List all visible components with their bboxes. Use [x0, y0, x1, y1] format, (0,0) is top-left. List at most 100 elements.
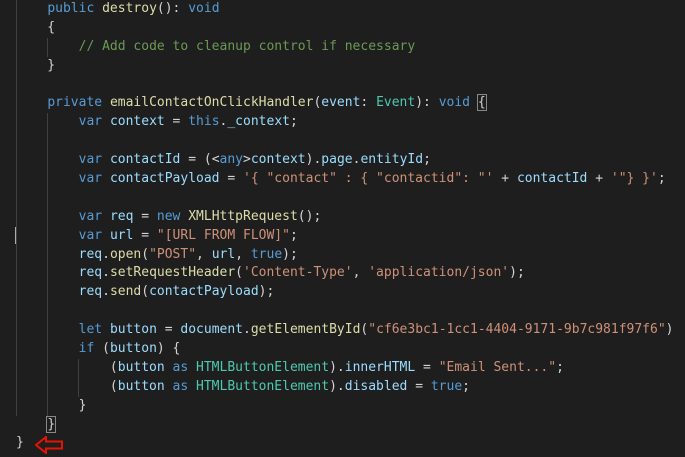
code-token: context — [250, 152, 306, 168]
code-line[interactable]: } — [16, 415, 685, 435]
code-line[interactable] — [16, 188, 685, 208]
code-line[interactable]: var contactId = (<any>context).page.enti… — [16, 151, 685, 171]
code-line[interactable]: req.open("POST", url, true); — [16, 245, 685, 265]
code-token: "Email Sent..." — [438, 359, 557, 375]
code-token: '{ "contact" : { "contactid": "' — [243, 171, 494, 187]
code-line[interactable]: let button = document.getElementById("cf… — [16, 321, 685, 341]
indent-guide — [16, 37, 17, 57]
indent-guide — [47, 245, 49, 265]
indent-guide — [47, 264, 49, 284]
indent-guide — [16, 132, 17, 152]
code-token: button — [109, 322, 157, 338]
code-token: ); — [282, 246, 298, 262]
code-token: } — [16, 397, 87, 413]
code-token: var — [78, 208, 103, 224]
matching-bracket: } — [46, 415, 57, 433]
code-token: , — [196, 246, 212, 262]
code-token: . — [102, 265, 110, 281]
indent-guide — [78, 358, 80, 378]
code-token: . — [102, 246, 110, 262]
code-token: '"} }' — [610, 171, 658, 187]
code-token: , — [235, 246, 251, 262]
code-line[interactable]: var url = "[URL FROM FLOW]"; — [16, 226, 685, 246]
code-line[interactable]: if (button) { — [16, 340, 685, 359]
code-lines[interactable]: public destroy(): void { // Add code to … — [16, 0, 685, 453]
code-token: button — [117, 378, 165, 394]
code-token: destroy — [102, 1, 157, 16]
code-line[interactable] — [16, 132, 685, 152]
code-token: button — [109, 341, 157, 357]
indent-guide — [16, 56, 17, 76]
code-token: emailContactOnClickHandler — [109, 95, 314, 111]
indent-guide — [16, 321, 17, 341]
indent-guide — [16, 377, 17, 397]
code-line[interactable]: req.send(contactPayload); — [16, 283, 685, 303]
code-token: req — [109, 208, 134, 224]
code-line[interactable]: public destroy(): void — [16, 0, 685, 19]
left-arrow-annotation-icon — [35, 436, 63, 454]
code-line[interactable] — [16, 75, 685, 95]
code-token: contactPayload — [149, 284, 259, 300]
code-token: ; — [423, 152, 431, 168]
indent-guide — [47, 132, 49, 152]
indent-guide — [47, 302, 49, 322]
code-line[interactable]: } — [16, 56, 685, 76]
code-token: 'application/json' — [368, 265, 510, 281]
indent-guide — [47, 283, 49, 303]
indent-guide — [47, 170, 49, 189]
code-token: req — [78, 284, 103, 300]
code-token: : — [360, 95, 377, 111]
code-line[interactable]: // Add code to cleanup control if necess… — [16, 37, 685, 57]
code-token: = — [415, 359, 439, 375]
code-line[interactable]: req.setRequestHeader('Content-Type', 'ap… — [16, 264, 685, 284]
code-token: private — [47, 95, 103, 111]
code-token: ; — [289, 114, 298, 130]
code-token: void — [188, 1, 220, 16]
code-line[interactable]: (button as HTMLButtonElement).disabled =… — [16, 377, 685, 397]
code-token: ): — [415, 95, 439, 111]
code-token: var — [78, 227, 103, 243]
code-token: ( — [94, 341, 110, 357]
code-token: = — [133, 227, 157, 243]
code-token: ). — [329, 359, 345, 375]
indent-guide — [47, 340, 49, 359]
code-token: . — [102, 284, 110, 300]
code-line[interactable]: } — [16, 434, 685, 453]
code-line[interactable] — [16, 302, 685, 322]
code-token: as — [172, 378, 189, 394]
code-token: getElementById — [250, 322, 361, 338]
code-line[interactable]: { — [16, 18, 685, 38]
indent-guide — [16, 340, 17, 359]
code-line[interactable]: var context = this._context; — [16, 113, 685, 133]
code-line[interactable]: private emailContactOnClickHandler(event… — [16, 94, 685, 114]
code-editor[interactable]: public destroy(): void { // Add code to … — [0, 0, 685, 457]
code-line[interactable]: var req = new XMLHttpRequest(); — [16, 207, 685, 227]
code-token: = — [156, 322, 181, 338]
code-line[interactable]: var contactPayload = '{ "contact" : { "c… — [16, 170, 685, 189]
code-token: ). — [305, 152, 322, 168]
indent-guide — [47, 37, 49, 57]
code-token: = — [133, 208, 157, 224]
code-line[interactable]: (button as HTMLButtonElement).innerHTML … — [16, 358, 685, 378]
code-token: ; — [289, 227, 298, 243]
code-token: contactId — [109, 152, 181, 168]
indent-guide — [47, 321, 49, 341]
code-line[interactable]: } — [16, 396, 685, 416]
code-token: var — [78, 114, 103, 130]
code-token: innerHTML — [344, 359, 416, 375]
code-token: public — [47, 1, 95, 16]
code-token: send — [109, 284, 142, 300]
indent-guide — [47, 113, 49, 133]
code-token: // Add code to cleanup control if necess… — [78, 38, 416, 54]
code-token: "POST" — [149, 246, 197, 262]
